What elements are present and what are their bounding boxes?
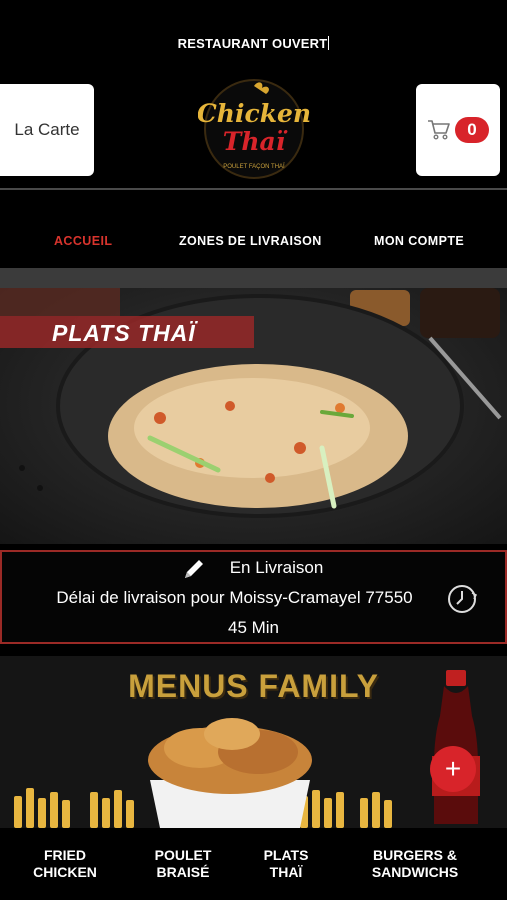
cart-button[interactable]: 0 bbox=[416, 84, 500, 176]
nav-divider bbox=[0, 268, 507, 288]
category-nav: FRIED CHICKEN POULET BRAISÉ PLATS THAÏ B… bbox=[0, 828, 507, 900]
logo-text-bottom: Thaï bbox=[223, 127, 288, 156]
logo[interactable]: Chicken Thaï POULET FAÇON THAÏ bbox=[197, 78, 311, 180]
logo-emblem: Chicken Thaï POULET FAÇON THAÏ bbox=[197, 79, 311, 179]
category-burgers-sandwichs[interactable]: BURGERS & SANDWICHS bbox=[356, 847, 474, 881]
status-text: RESTAURANT OUVERT bbox=[177, 36, 328, 51]
delivery-info-panel[interactable]: En Livraison Délai de livraison pour Moi… bbox=[0, 550, 507, 644]
clock-icon bbox=[448, 585, 478, 613]
category-label-line2: CHICKEN bbox=[33, 864, 97, 880]
logo-text-top: Chicken bbox=[198, 99, 310, 128]
header-divider bbox=[0, 188, 507, 190]
category-label-line1: FRIED bbox=[44, 847, 86, 863]
delivery-duration: 45 Min bbox=[227, 618, 280, 637]
category-label-line1: PLATS bbox=[263, 847, 309, 863]
hero-banner-plats-thai[interactable]: PLATS THAÏ bbox=[0, 288, 507, 544]
promo-image bbox=[14, 670, 480, 828]
menu-card-button[interactable]: La Carte bbox=[0, 84, 94, 176]
category-label-line1: BURGERS & bbox=[372, 847, 457, 863]
main-nav: ACCUEIL ZONES DE LIVRAISON MON COMPTE bbox=[0, 234, 507, 250]
category-label-line2: SANDWICHS bbox=[371, 864, 459, 880]
category-poulet-braise[interactable]: POULET BRAISÉ bbox=[140, 847, 226, 881]
restaurant-status: RESTAURANT OUVERT bbox=[0, 36, 507, 51]
text-caret bbox=[328, 36, 330, 50]
menu-card-label: La Carte bbox=[14, 120, 80, 139]
category-label-line2: THAÏ bbox=[269, 864, 303, 880]
promo-menus-family[interactable]: MENUS FAMILY bbox=[0, 656, 507, 828]
category-fried-chicken[interactable]: FRIED CHICKEN bbox=[22, 847, 108, 881]
delivery-delay-text: Délai de livraison pour Moissy-Cramayel … bbox=[56, 588, 413, 607]
plus-icon: + bbox=[444, 753, 462, 784]
cart-count-badge: 0 bbox=[455, 117, 489, 143]
hero-label-bar: PLATS THAÏ bbox=[0, 316, 254, 348]
nav-item-delivery-zones[interactable]: ZONES DE LIVRAISON bbox=[179, 234, 322, 248]
delivery-mode: En Livraison bbox=[229, 558, 324, 577]
category-label-line2: BRAISÉ bbox=[156, 864, 210, 880]
category-label-line1: POULET bbox=[154, 847, 212, 863]
category-plats-thai[interactable]: PLATS THAÏ bbox=[246, 847, 326, 881]
nav-item-home[interactable]: ACCUEIL bbox=[54, 234, 112, 248]
cart-icon bbox=[428, 120, 450, 140]
hero-label-text: PLATS THAÏ bbox=[52, 320, 196, 346]
logo-tagline: POULET FAÇON THAÏ bbox=[223, 163, 285, 170]
add-button[interactable]: + bbox=[430, 746, 476, 792]
nav-item-account[interactable]: MON COMPTE bbox=[374, 234, 464, 248]
